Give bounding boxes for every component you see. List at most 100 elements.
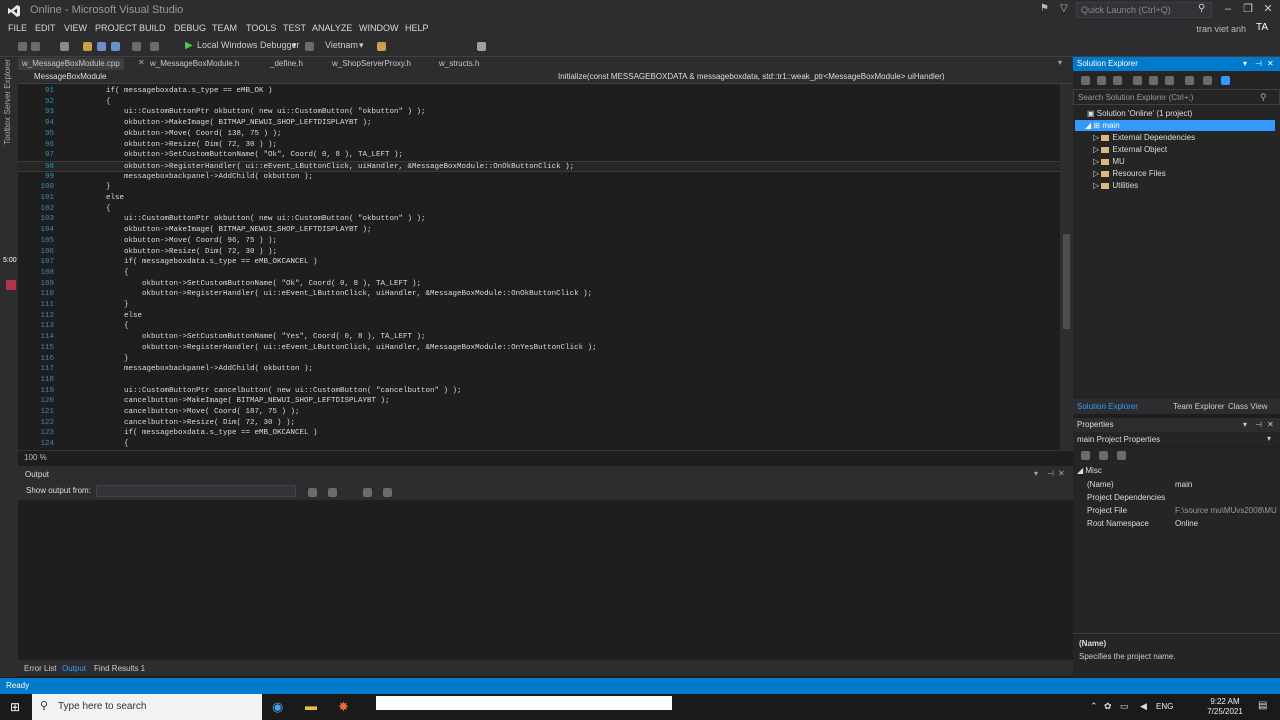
home-icon[interactable] — [1113, 76, 1122, 85]
attach-icon[interactable] — [305, 42, 314, 51]
avatar[interactable]: TA — [1252, 20, 1272, 36]
find-icon[interactable] — [377, 42, 386, 51]
close-icon[interactable]: ✕ — [1267, 59, 1274, 68]
tab-error-list[interactable]: Error List — [24, 664, 56, 673]
close-button[interactable]: ✕ — [1258, 2, 1278, 16]
new-project-icon[interactable] — [60, 42, 69, 51]
menu-view[interactable]: VIEW — [64, 23, 87, 33]
code-line[interactable]: 94 okbutton->MakeImage( BITMAP_NEWUI_SHO… — [18, 118, 1060, 129]
tab-solution-explorer[interactable]: Solution Explorer — [1077, 402, 1138, 411]
back-icon[interactable] — [1081, 76, 1090, 85]
member-dropdown[interactable]: Initialize(const MESSAGEBOXDATA & messag… — [558, 72, 945, 81]
output-pane[interactable] — [18, 500, 1073, 660]
toolbox-tab[interactable]: Toolbox — [3, 117, 12, 145]
code-line[interactable]: 95 okbutton->Move( Coord( 138, 75 ) ); — [18, 129, 1060, 140]
menu-build[interactable]: BUILD — [139, 23, 166, 33]
chevron-down-icon[interactable]: ▾ — [359, 40, 364, 51]
refresh-icon[interactable] — [1149, 76, 1158, 85]
code-line[interactable]: 112 else — [18, 311, 1060, 322]
menu-test[interactable]: TEST — [283, 23, 306, 33]
close-icon[interactable]: ✕ — [1058, 469, 1065, 478]
forward-icon[interactable] — [31, 42, 40, 51]
tab-output[interactable]: Output — [62, 664, 86, 673]
close-icon[interactable]: ✕ — [1267, 420, 1274, 429]
taskbar-search[interactable]: ⚲ Type here to search — [32, 694, 262, 720]
alphabetical-icon[interactable] — [1099, 451, 1108, 460]
sync-icon[interactable] — [1133, 76, 1142, 85]
clear-all-icon[interactable] — [363, 488, 372, 497]
open-file-icon[interactable] — [83, 42, 92, 51]
dropdown-icon[interactable]: ▾ — [1243, 420, 1247, 429]
folder-external-dependencies[interactable]: ▷ External Dependencies — [1093, 132, 1195, 143]
notification-icon[interactable]: ⚑ — [1040, 3, 1049, 14]
next-message-icon[interactable] — [328, 488, 337, 497]
properties-object-select[interactable]: main Project Properties ▾ — [1073, 432, 1280, 446]
code-line[interactable]: 97 okbutton->SetCustomButtonName( "Ok", … — [18, 150, 1060, 161]
debugger-button[interactable]: Local Windows Debugger — [197, 40, 300, 50]
file-explorer-icon[interactable]: ▬ — [305, 699, 317, 713]
code-line[interactable]: 108 { — [18, 268, 1060, 279]
menu-project[interactable]: PROJECT — [95, 23, 137, 33]
code-line[interactable]: 116 } — [18, 354, 1060, 365]
language-indicator[interactable]: ENG — [1156, 702, 1173, 711]
tab-define-h[interactable]: _define.h — [266, 58, 307, 70]
solution-search-input[interactable]: Search Solution Explorer (Ctrl+;) ⚲ — [1073, 89, 1280, 105]
tab-shopserverproxy-h[interactable]: w_ShopServerProxy.h — [328, 58, 415, 70]
pin-icon[interactable]: ⊣ — [1255, 420, 1262, 429]
server-explorer-tab[interactable]: Server Explorer — [3, 59, 12, 115]
edge-icon[interactable]: ◉ — [272, 699, 283, 715]
save-icon[interactable] — [97, 42, 106, 51]
project-node-main[interactable]: ◢ ⊞ main — [1075, 120, 1275, 131]
dropdown-icon[interactable]: ▾ — [1243, 59, 1247, 68]
menu-window[interactable]: WINDOW — [359, 23, 399, 33]
code-line[interactable]: 118 — [18, 375, 1060, 386]
scroll-thumb[interactable] — [1063, 234, 1070, 329]
back-icon[interactable] — [18, 42, 27, 51]
volume-icon[interactable]: ◀ — [1140, 701, 1147, 712]
folder-mu[interactable]: ▷ MU — [1093, 156, 1125, 167]
code-line[interactable]: 109 okbutton->SetCustomButtonName( "Ok",… — [18, 279, 1060, 290]
property-row[interactable]: Root Namespace Online — [1073, 518, 1280, 531]
bookmark-icon[interactable] — [477, 42, 486, 51]
user-name[interactable]: tran viet anh — [1196, 24, 1246, 34]
preview-icon[interactable] — [1221, 76, 1230, 85]
tray-icon[interactable]: ✿ — [1104, 701, 1112, 712]
editor-scrollbar[interactable] — [1060, 84, 1073, 450]
tab-messagebox-h[interactable]: w_MessageBoxModule.h — [146, 58, 243, 70]
code-line[interactable]: 113 { — [18, 321, 1060, 332]
code-line[interactable]: 115 okbutton->RegisterHandler( ui::eEven… — [18, 343, 1060, 354]
tab-find-results[interactable]: Find Results 1 — [94, 664, 145, 673]
maximize-button[interactable]: ❐ — [1238, 2, 1258, 16]
category-misc[interactable]: ◢ Misc — [1073, 465, 1280, 478]
pin-icon[interactable]: ⊣ — [1255, 59, 1262, 68]
folder-resource-files[interactable]: ▷ Resource Files — [1093, 168, 1166, 179]
wrench-icon[interactable] — [1203, 76, 1212, 85]
code-line[interactable]: 120 cancelbutton->MakeImage( BITMAP_NEWU… — [18, 396, 1060, 407]
tab-messagebox-cpp[interactable]: w_MessageBoxModule.cpp — [18, 58, 124, 70]
folder-external-object[interactable]: ▷ External Object — [1093, 144, 1167, 155]
clock-time[interactable]: 9:22 AM — [1200, 697, 1250, 707]
feedback-icon[interactable]: ▽ — [1060, 3, 1068, 14]
code-line[interactable]: 123 if( messageboxdata.s_type == eMB_OKC… — [18, 428, 1060, 439]
zoom-level[interactable]: 100 % — [24, 453, 47, 462]
tab-class-view[interactable]: Class View — [1228, 402, 1267, 411]
windows-start-icon[interactable]: ⊞ — [10, 700, 20, 714]
code-line[interactable]: 122 cancelbutton->Resize( Dim( 72, 30 ) … — [18, 418, 1060, 429]
app-icon[interactable]: ✸ — [338, 699, 349, 715]
code-line[interactable]: 102 { — [18, 204, 1060, 215]
dropdown-icon[interactable]: ▾ — [1034, 469, 1038, 478]
search-icon[interactable]: ⚲ — [1260, 92, 1267, 103]
property-row[interactable]: Project Dependencies — [1073, 492, 1280, 505]
code-line[interactable]: 119 ui::CustomButtonPtr cancelbutton( ne… — [18, 386, 1060, 397]
code-line[interactable]: 117 messageboxbackpanel->AddChild( okbut… — [18, 364, 1060, 375]
clock-date[interactable]: 7/25/2021 — [1200, 707, 1250, 716]
code-line[interactable]: 100 } — [18, 182, 1060, 193]
minimize-button[interactable]: – — [1218, 2, 1238, 16]
notifications-icon[interactable]: ▤ — [1258, 700, 1267, 711]
tray-chevron-icon[interactable]: ⌃ — [1090, 701, 1098, 712]
menu-help[interactable]: HELP — [405, 23, 429, 33]
redo-icon[interactable] — [150, 42, 159, 51]
network-icon[interactable]: ▭ — [1120, 701, 1129, 712]
code-line[interactable]: 105 okbutton->Move( Coord( 96, 75 ) ); — [18, 236, 1060, 247]
code-line[interactable]: 98 okbutton->RegisterHandler( ui::eEvent… — [18, 160, 1060, 172]
